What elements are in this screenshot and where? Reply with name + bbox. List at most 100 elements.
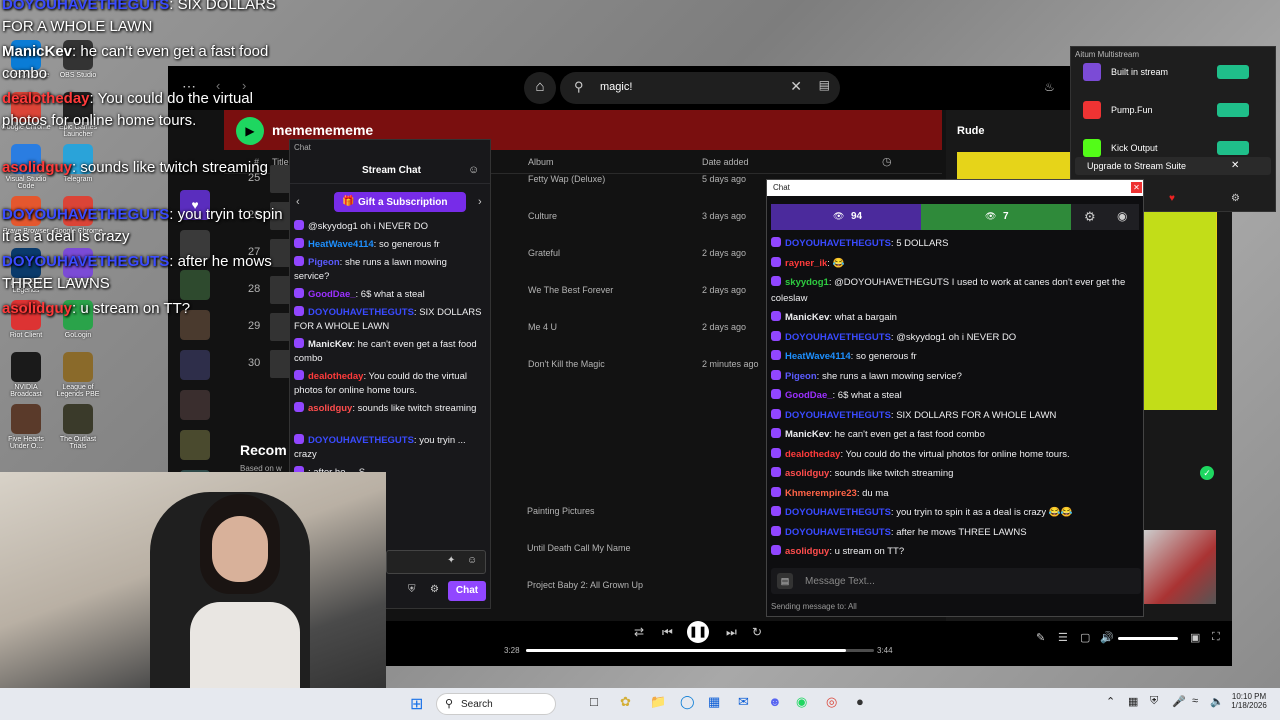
user-badge-icon (771, 467, 781, 477)
obs-icon[interactable]: ● (856, 694, 864, 709)
desktop-icon[interactable]: Five Hearts Under O... (0, 404, 52, 450)
spotify-search-input[interactable]: ⚲ magic! ✕ ▤ (560, 72, 840, 104)
chat-username[interactable]: ManicKev (785, 312, 829, 323)
chat-text: : 6$ what a steal (832, 390, 902, 401)
browse-icon[interactable]: ▤ (819, 78, 830, 92)
output-toggle[interactable] (1217, 141, 1249, 155)
heart-icon[interactable]: ♥ (1169, 193, 1175, 204)
chat-username[interactable]: dealotheday (785, 449, 840, 460)
chat-username[interactable]: Pigeon (785, 371, 817, 382)
volume-icon[interactable]: 🔊 (1100, 631, 1114, 644)
volume-slider[interactable] (1118, 637, 1178, 640)
taskbar-search[interactable]: ⚲ Search (436, 693, 556, 715)
connect-device-icon[interactable]: ▢ (1080, 631, 1090, 644)
overlay-chat-message: DOYOUHAVETHEGUTS: after he mows THREE LA… (2, 251, 287, 295)
settings-gear-icon[interactable]: ⚙ (1084, 209, 1096, 225)
desktop-icon-label: League of Legends PBE (56, 384, 100, 398)
chat-username[interactable]: DOYOUHAVETHEGUTS (308, 307, 414, 318)
tray-chevron-icon[interactable]: ⌃ (1106, 695, 1115, 708)
copilot-icon[interactable]: ✿ (620, 694, 631, 710)
chat-message: DOYOUHAVETHEGUTS: you tryin ... crazy (294, 434, 482, 462)
message-input[interactable]: ▤ Message Text... (771, 568, 1141, 594)
previous-icon[interactable]: ⏮ (662, 625, 673, 640)
upgrade-banner[interactable]: Upgrade to Stream Suite ✕ (1075, 157, 1271, 175)
output-name: Built in stream (1111, 67, 1169, 77)
chat-username[interactable]: GoodDae_ (785, 390, 833, 401)
shuffle-icon[interactable]: ⇄ (634, 625, 644, 639)
tray-app-icon[interactable]: ▦ (1128, 695, 1138, 708)
sending-to-label: Sending message to: All (771, 602, 857, 611)
queue-icon[interactable]: ☰ (1058, 631, 1068, 644)
gear-icon[interactable]: ⚙ (430, 584, 439, 595)
clock[interactable]: 10:10 PM 1/18/2026 (1226, 692, 1272, 710)
chat-message: ManicKev: he can't even get a fast food … (771, 427, 1137, 443)
chat-username[interactable]: DOYOUHAVETHEGUTS (785, 507, 891, 518)
chat-username[interactable]: Pigeon (308, 257, 340, 268)
edge-icon[interactable]: ◯ (680, 694, 695, 710)
chat-username[interactable]: DOYOUHAVETHEGUTS (785, 410, 891, 421)
chat-username[interactable]: asolidguy (785, 468, 829, 479)
emote-picker-icon[interactable]: ▤ (777, 573, 793, 589)
effects-icon[interactable]: ✦ (447, 555, 455, 566)
shield-icon[interactable]: ⛨ (408, 584, 416, 595)
now-playing-title: Rude (957, 125, 985, 137)
notification-bell-icon[interactable]: ♨ (1044, 80, 1055, 94)
close-icon[interactable]: ✕ (1231, 160, 1239, 171)
chat-username[interactable]: Khmerempire23 (785, 488, 857, 499)
settings-icon[interactable]: ⚙ (1231, 193, 1240, 204)
close-window-icon[interactable]: ✕ (1131, 182, 1142, 193)
broadcast-icon[interactable]: ◉ (1117, 209, 1127, 223)
spotify-icon[interactable]: ◉ (796, 694, 807, 710)
chat-text: : so generous fr (850, 351, 917, 362)
chat-username[interactable]: ManicKev (308, 339, 352, 350)
wifi-icon[interactable]: ≈ (1192, 695, 1198, 707)
chat-username[interactable]: DOYOUHAVETHEGUTS (785, 332, 891, 343)
chat-username[interactable]: skyydog1 (785, 277, 829, 288)
windows-start-icon[interactable]: ⊞ (410, 694, 423, 714)
output-toggle[interactable] (1217, 65, 1249, 79)
outlook-icon[interactable]: ✉ (738, 694, 749, 710)
discord-icon[interactable]: ☻ (768, 694, 782, 709)
chat-username[interactable]: asolidguy (785, 546, 829, 557)
chevron-right-icon[interactable]: › (478, 196, 482, 208)
home-icon[interactable]: ⌂ (524, 72, 556, 104)
miniplayer-icon[interactable]: ▣ (1190, 631, 1200, 644)
chat-username[interactable]: HeatWave4114 (308, 239, 374, 250)
track-album: Me 4 U (528, 322, 558, 332)
chat-username[interactable]: GoodDae_ (308, 289, 356, 300)
chat-send-button[interactable]: Chat (448, 581, 486, 601)
fullscreen-icon[interactable]: ⛶ (1212, 631, 1220, 644)
clear-search-icon[interactable]: ✕ (790, 78, 802, 95)
library-thumb[interactable] (180, 390, 210, 420)
gift-subscription-button[interactable]: 🎁 Gift a Subscription (334, 192, 466, 212)
progress-track[interactable] (526, 649, 874, 652)
chat-username[interactable]: DOYOUHAVETHEGUTS (785, 527, 891, 538)
chat-username[interactable]: DOYOUHAVETHEGUTS (308, 435, 414, 446)
track-date-added: 2 days ago (702, 322, 747, 332)
desktop-icon[interactable]: The Outlast Trials (52, 404, 104, 450)
tray-mic-icon[interactable]: 🎤 (1172, 695, 1186, 708)
chat-username[interactable]: HeatWave4114 (785, 351, 851, 362)
file-explorer-icon[interactable]: 📁 (650, 694, 666, 710)
task-view-icon[interactable]: □ (590, 694, 598, 709)
tray-shield-icon[interactable]: ⛨ (1150, 695, 1158, 708)
library-thumb[interactable] (180, 430, 210, 460)
chat-username[interactable]: asolidguy (308, 403, 352, 414)
chat-username[interactable]: dealotheday (308, 371, 363, 382)
lyrics-icon[interactable]: ✎ (1036, 631, 1045, 644)
emote-icon[interactable]: ☺ (467, 555, 477, 566)
chat-username[interactable]: rayner_ik (785, 258, 827, 269)
pause-button[interactable]: ❚❚ (687, 621, 709, 643)
speaker-icon[interactable]: 🔈 (1210, 695, 1224, 708)
next-icon[interactable]: ⏭ (726, 625, 737, 640)
repeat-icon[interactable]: ↻ (752, 625, 762, 639)
chat-username[interactable]: ManicKev (785, 429, 829, 440)
chat-input[interactable]: ✦ ☺ (386, 550, 486, 574)
added-check-icon[interactable]: ✓ (1200, 466, 1214, 480)
chat-username[interactable]: DOYOUHAVETHEGUTS (785, 238, 891, 249)
output-toggle[interactable] (1217, 103, 1249, 117)
store-icon[interactable]: ▦ (708, 694, 720, 710)
chevron-left-icon[interactable]: ‹ (296, 196, 300, 208)
chrome-icon[interactable]: ◎ (826, 694, 837, 710)
users-icon[interactable]: ☺ (468, 164, 479, 176)
